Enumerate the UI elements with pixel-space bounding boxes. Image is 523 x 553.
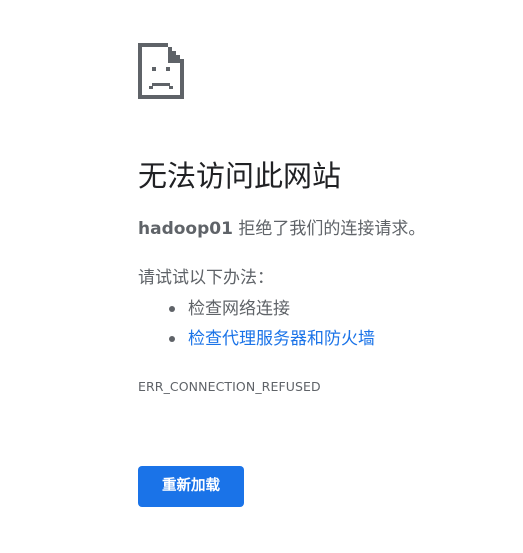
suggestions-list: 检查网络连接 检查代理服务器和防火墙	[138, 294, 375, 354]
bullet-icon	[169, 306, 175, 312]
suggestion-check-proxy-link[interactable]: 检查代理服务器和防火墙	[188, 329, 375, 349]
list-item: 检查代理服务器和防火墙	[138, 324, 375, 354]
suggestion-check-connection: 检查网络连接	[188, 299, 290, 319]
reload-button[interactable]: 重新加载	[138, 466, 244, 507]
bullet-icon	[169, 336, 175, 342]
host-name: hadoop01	[138, 219, 233, 239]
error-page: 无法访问此网站 hadoop01 拒绝了我们的连接请求。 请试试以下办法： 检查…	[0, 0, 523, 553]
error-code: ERR_CONNECTION_REFUSED	[138, 379, 321, 394]
suggestions-label: 请试试以下办法：	[138, 268, 274, 288]
error-message: 拒绝了我们的连接请求。	[232, 219, 426, 239]
error-summary: hadoop01 拒绝了我们的连接请求。	[138, 216, 425, 242]
sad-page-icon	[138, 43, 184, 99]
list-item: 检查网络连接	[138, 294, 375, 324]
page-title: 无法访问此网站	[138, 159, 342, 193]
